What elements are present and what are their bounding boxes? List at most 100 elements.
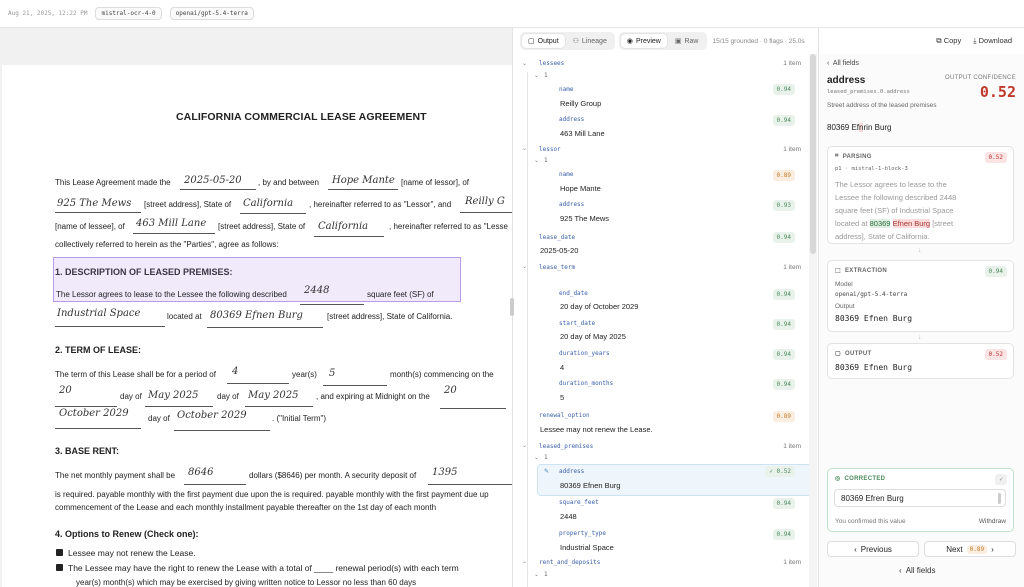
hw-month2: May 2025 xyxy=(248,390,299,401)
download-button[interactable]: ⤓ Download xyxy=(973,36,1012,46)
edit-icon[interactable]: ✎ xyxy=(544,468,549,475)
chevron-down-icon[interactable]: ⌄ xyxy=(534,72,539,79)
doc-text: The Lessee may have the right to renew t… xyxy=(68,563,459,573)
chevron-down-icon[interactable]: ⌄ xyxy=(534,454,539,461)
chevron-down-icon[interactable]: ⌄ xyxy=(522,442,527,449)
mismatch-highlight: Efnen Burg xyxy=(892,219,931,228)
chevron-down-icon[interactable]: ⌄ xyxy=(522,60,527,67)
tab-raw[interactable]: ▣ Raw xyxy=(669,34,705,48)
tree-value[interactable]: 463 Mill Lane xyxy=(560,129,605,138)
people-icon: ⚇ xyxy=(572,38,579,45)
item-count: 1 item xyxy=(783,146,801,153)
file-icon: ▢ xyxy=(528,38,535,45)
chevron-down-icon[interactable]: ⌄ xyxy=(522,263,527,270)
card-header: ◎ CORRECTED xyxy=(835,475,886,483)
withdraw-link[interactable]: Withdraw xyxy=(979,518,1006,525)
text: [street xyxy=(932,219,954,228)
model-chip-ocr[interactable]: mistral-ocr-4-0 xyxy=(95,7,162,20)
chevron-down-icon[interactable]: ⌄ xyxy=(534,571,539,578)
tab-label: Raw xyxy=(684,37,699,45)
tree-value[interactable]: 4 xyxy=(560,363,564,372)
tab-label: Output xyxy=(537,37,559,45)
extraction-card[interactable]: ⬚ EXTRACTION 0.94 Model openai/gpt-5.4-te… xyxy=(827,260,1014,332)
view-mode-tabs: ▢ Output ⚇ Lineage xyxy=(520,32,615,50)
tree-key: lease_date xyxy=(539,234,576,241)
chevron-down-icon[interactable]: ⌄ xyxy=(522,558,527,565)
doc-text: day of xyxy=(217,392,239,401)
copy-button[interactable]: ⧉ Copy xyxy=(936,36,961,46)
doc-text: [street address], State of xyxy=(144,200,232,209)
doc-text: located at xyxy=(167,312,202,321)
tab-preview[interactable]: ◉ Preview xyxy=(620,34,667,48)
tree-value[interactable]: 5 xyxy=(560,393,564,402)
tree-value[interactable]: Lessee may not renew the Lease. xyxy=(540,425,653,434)
hw-lessee: Reilly G xyxy=(465,196,505,207)
timestamp: Aug 21, 2025, 12:22 PM xyxy=(8,10,88,17)
tree-value[interactable]: 925 The Mews xyxy=(560,214,609,223)
doc-text: square feet (SF) of xyxy=(367,290,434,299)
chevron-down-icon[interactable]: ⌄ xyxy=(522,145,527,152)
tree-value[interactable]: 2025-05-20 xyxy=(540,246,578,255)
download-icon: ⤓ xyxy=(973,36,977,45)
parsing-text: The Lessor agrees to lease to the Lessee… xyxy=(835,178,956,243)
source-ref: p1 · mistral-1-block-3 xyxy=(835,166,908,172)
doc-text: , hereinafter referred to as "Lesse xyxy=(389,222,508,231)
confidence-badge: 0.94 xyxy=(772,289,795,300)
next-button[interactable]: Next 0.89 › xyxy=(924,541,1016,557)
hw-lessor-address: 925 The Mews xyxy=(57,198,132,209)
hw-lessor-state: California xyxy=(243,198,294,209)
tree-key: address xyxy=(559,468,585,475)
scroll-thumb[interactable] xyxy=(810,54,816,254)
hw-day2: 20 xyxy=(444,385,457,396)
all-fields-label: All fields xyxy=(905,566,936,575)
parsing-card[interactable]: ⌗ PARSING 0.52 p1 · mistral-1-block-3 The… xyxy=(827,146,1014,244)
tree-scrollbar[interactable] xyxy=(809,54,817,587)
tree-value[interactable]: Reilly Group xyxy=(560,99,601,108)
render-mode-tabs: ◉ Preview ▣ Raw xyxy=(618,32,707,50)
model-chip-llm[interactable]: openai/gpt-5.4-terra xyxy=(169,7,254,20)
tree-key: start_date xyxy=(559,320,596,327)
hw-rent: 8646 xyxy=(188,467,214,478)
tree-value[interactable]: Hope Mante xyxy=(560,184,601,193)
field-description: Street address of the leased premises xyxy=(827,102,937,109)
tree-index: 1 xyxy=(544,72,548,79)
card-title: EXTRACTION xyxy=(844,267,887,274)
output-card[interactable]: ▢ OUTPUT 0.52 80369 Efnen Burg xyxy=(827,343,1014,379)
tree-value[interactable]: Industrial Space xyxy=(560,543,614,552)
tree-key: duration_years xyxy=(559,350,610,357)
confidence-badge: 0.94 xyxy=(772,319,795,330)
card-header: ⬚ EXTRACTION xyxy=(835,267,887,275)
extraction-output: 80369 Efnen Burg xyxy=(835,314,913,323)
field-name: address xyxy=(827,75,866,86)
item-count: 1 item xyxy=(783,443,801,450)
doc-text: This Lease Agreement made the xyxy=(55,178,171,187)
confidence-badge: 0.94 xyxy=(772,379,795,390)
next-confidence: 0.89 xyxy=(966,544,988,554)
confirm-note: You confirmed this value xyxy=(835,518,906,525)
corrected-input[interactable]: 80369 Efren Burg xyxy=(834,489,1006,507)
hw-lessee-address: 463 Mill Lane xyxy=(136,218,207,229)
chevron-left-icon: ‹ xyxy=(854,544,857,554)
tab-output[interactable]: ▢ Output xyxy=(522,34,565,48)
doc-title: CALIFORNIA COMMERCIAL LEASE AGREEMENT xyxy=(176,111,427,123)
tree-value[interactable]: 2448 xyxy=(560,512,577,521)
tab-lineage[interactable]: ⚇ Lineage xyxy=(567,34,613,48)
field-inspector: ‹ All fields address leased_premises.0.a… xyxy=(819,54,1024,587)
doc-text: month(s) commencing on the xyxy=(390,370,494,379)
scan-icon: ⌗ xyxy=(835,153,839,159)
chevron-down-icon[interactable]: ⌄ xyxy=(534,157,539,164)
tree-value[interactable]: 20 day of October 2029 xyxy=(560,302,638,311)
tree-value[interactable]: 20 day of May 2025 xyxy=(560,332,626,341)
chevron-left-icon: ‹ xyxy=(827,60,830,67)
tree-value[interactable]: 80369 Efnen Burg xyxy=(560,481,620,490)
tree-key: square_feet xyxy=(559,499,599,506)
back-link[interactable]: ‹ All fields xyxy=(827,60,859,67)
field-path: leased_premises.0.address xyxy=(827,89,910,95)
eye-icon: ◉ xyxy=(626,38,633,45)
card-title: CORRECTED xyxy=(844,475,886,482)
hw-lessee-state: California xyxy=(318,221,369,232)
output-tree[interactable]: ⌄ lessees 1 item ⌄ 1 name 0.94 Reilly Gr… xyxy=(513,54,815,587)
previous-button[interactable]: ‹ Previous xyxy=(827,541,919,557)
all-fields-link[interactable]: ‹ All fields xyxy=(899,566,935,575)
model-name: openai/gpt-5.4-terra xyxy=(835,291,908,298)
